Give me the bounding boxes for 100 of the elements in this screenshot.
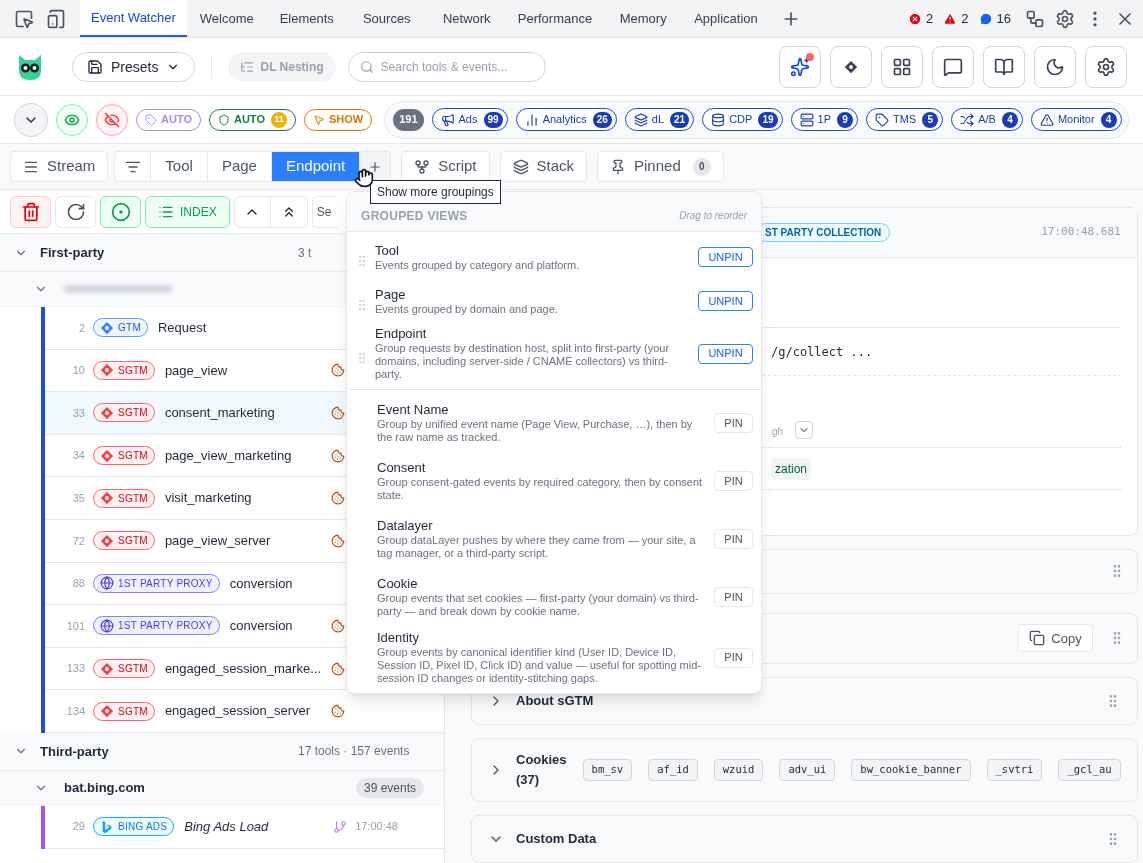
category-filter[interactable]: A/B 4: [951, 108, 1023, 131]
settings-icon: [1096, 56, 1116, 77]
group-title: Third-party: [40, 742, 110, 761]
pin-button[interactable]: PIN: [714, 413, 753, 433]
field-fragment: gh: [772, 425, 784, 439]
event-index: 72: [71, 533, 85, 549]
delete-button[interactable]: [10, 195, 51, 228]
diamond-icon: [100, 448, 114, 463]
event-name: consent_marketing: [164, 404, 275, 423]
event-name: Request: [157, 319, 207, 338]
hide-button[interactable]: [96, 103, 128, 136]
grouping-tab[interactable]: Page: [207, 152, 272, 181]
status-count: 16: [996, 9, 1011, 28]
section-title: Custom Data: [516, 830, 597, 849]
devtools-tab[interactable]: Performance: [506, 0, 604, 37]
device-icon[interactable]: [46, 8, 66, 29]
warning-icon: [943, 11, 958, 26]
pin-button[interactable]: PIN: [714, 471, 753, 491]
event-index: 29: [71, 819, 85, 835]
cookie-chip: bm_sv: [582, 759, 633, 781]
grouping-tab[interactable]: Tool: [151, 152, 208, 181]
pin-button[interactable]: PIN: [714, 647, 753, 668]
diamond-icon: [100, 661, 114, 676]
group-count: 17 tools · 157 events: [298, 743, 410, 760]
bar-chart-icon: [524, 112, 539, 127]
event-name: engaged_session_server: [164, 702, 311, 721]
request-url: /g/collect ...: [771, 343, 873, 361]
devtools-tab[interactable]: Sources: [346, 0, 427, 37]
grouping-name: Datalayer: [377, 518, 434, 534]
unpin-button[interactable]: UNPIN: [698, 343, 753, 364]
event-name: Bing Ads Load: [184, 818, 269, 836]
search-icon: [359, 59, 374, 74]
show-button[interactable]: [56, 103, 88, 136]
cookie-chip: bw_cookie_banner: [851, 759, 971, 781]
chat-icon: [943, 56, 963, 77]
category-filter[interactable]: CDP 19: [702, 108, 783, 131]
chat-button[interactable]: [932, 45, 974, 88]
inspect-icon[interactable]: [14, 8, 34, 29]
pin-button[interactable]: PIN: [714, 587, 753, 607]
grouping-tab[interactable]: Endpoint: [271, 152, 361, 181]
record-button[interactable]: [100, 195, 141, 228]
pin-icon: [610, 158, 626, 175]
database-icon: [711, 112, 726, 127]
unpin-button[interactable]: UNPIN: [698, 247, 753, 267]
stack-button[interactable]: Stack: [499, 151, 587, 182]
tool-badge: SGTM: [93, 446, 155, 466]
stream-button[interactable]: Stream: [10, 151, 109, 182]
section-title: About sGTM: [516, 692, 594, 711]
tool-badge: SGTM: [93, 360, 155, 380]
tag-manager-button[interactable]: [830, 45, 872, 88]
connections-icon[interactable]: [1025, 8, 1045, 29]
plus-icon: [368, 159, 383, 174]
category-filter[interactable]: Ads 99: [431, 108, 508, 131]
search-field[interactable]: Se: [311, 195, 338, 228]
devtools-tab[interactable]: Elements: [266, 0, 347, 37]
event-index: 35: [71, 490, 85, 506]
megaphone-icon: [440, 112, 455, 127]
script-button[interactable]: Script: [401, 151, 490, 182]
devtools-tab[interactable]: Application: [683, 0, 769, 37]
devtools-tab[interactable]: Welcome: [186, 0, 267, 37]
dropdown-toggle[interactable]: [795, 421, 814, 439]
category-filter[interactable]: Monitor 4: [1030, 108, 1122, 131]
grid-button[interactable]: [881, 45, 923, 88]
tool-badge: GTM: [93, 318, 148, 338]
devtools-tab[interactable]: Network: [426, 0, 507, 37]
tag-icon: [145, 113, 157, 126]
cookie-chip: adv_ui: [779, 759, 836, 781]
copy-button[interactable]: Copy: [1018, 624, 1093, 653]
category-filter[interactable]: TMS 5: [866, 108, 944, 131]
eye-off-icon: [104, 111, 120, 128]
settings-icon[interactable]: [1055, 8, 1075, 29]
search-field[interactable]: Search tools & events...: [347, 51, 546, 82]
event-index: 133: [65, 661, 85, 677]
grouping-name: Tool: [375, 242, 400, 259]
category-filter[interactable]: Analytics 26: [515, 108, 617, 131]
category-filter[interactable]: dL 21: [624, 108, 695, 131]
book-icon: [994, 56, 1014, 77]
settings-button[interactable]: [1085, 45, 1127, 88]
grid-icon: [892, 56, 912, 77]
devtools-tab[interactable]: Memory: [603, 0, 684, 37]
pointer-icon: [312, 113, 325, 126]
sparkles-button[interactable]: [779, 45, 821, 88]
trash-icon: [20, 201, 41, 222]
status-count: 2: [926, 9, 934, 28]
unpin-button[interactable]: UNPIN: [698, 291, 753, 311]
event-name: page_view: [164, 361, 228, 380]
pinned-button[interactable]: Pinned 0: [597, 151, 724, 182]
devtools-tab[interactable]: Event Watcher: [80, 0, 187, 37]
cookie-chip: af_id: [648, 759, 698, 781]
message-icon: [978, 11, 993, 26]
globe-icon: [100, 576, 114, 591]
refresh-button[interactable]: [55, 195, 96, 228]
theme-button[interactable]: [1034, 45, 1076, 88]
docs-button[interactable]: [983, 45, 1025, 88]
cookie-count: (37): [516, 771, 541, 789]
mode-chip[interactable]: AUTO 11: [208, 108, 296, 131]
category-filter[interactable]: 1P 9: [790, 108, 858, 131]
collapse-button[interactable]: [14, 102, 48, 137]
copy-icon: [1029, 630, 1046, 647]
pin-button[interactable]: PIN: [714, 529, 753, 549]
